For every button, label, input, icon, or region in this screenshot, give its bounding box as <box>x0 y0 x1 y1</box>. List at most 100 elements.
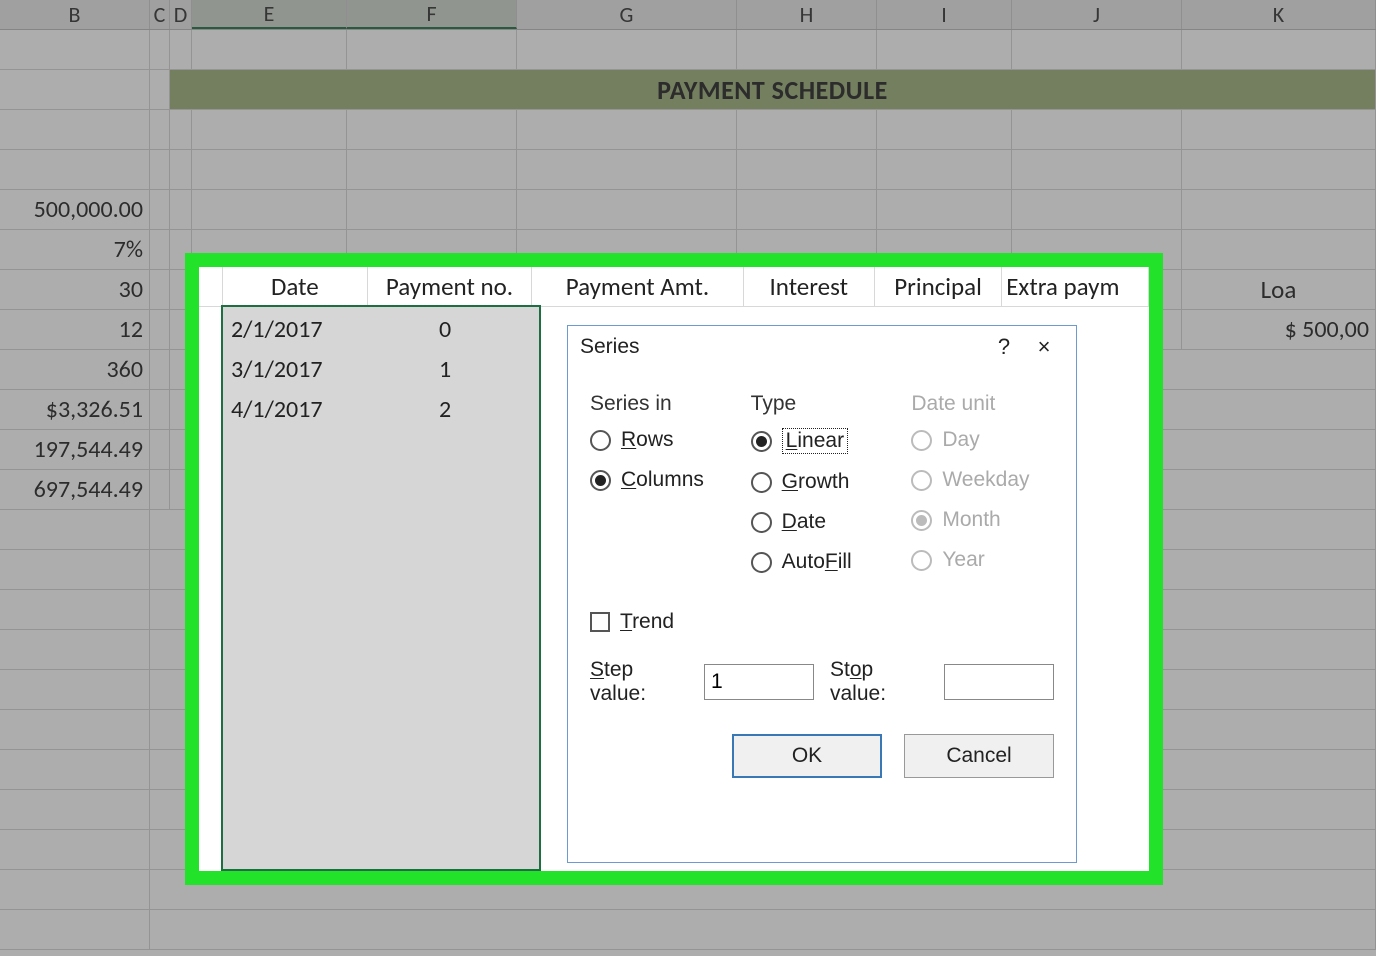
close-icon[interactable]: × <box>1024 327 1064 367</box>
radio-columns[interactable]: Columns <box>590 468 732 492</box>
cell[interactable] <box>170 150 192 190</box>
cell[interactable] <box>0 150 150 190</box>
cell[interactable] <box>0 590 150 630</box>
cell[interactable] <box>0 870 150 910</box>
cell-pno-1[interactable]: 1 <box>439 355 451 384</box>
cell[interactable] <box>150 910 1376 950</box>
radio-date[interactable]: Date <box>751 510 893 534</box>
radio-linear[interactable]: Linear <box>751 428 893 454</box>
cell[interactable] <box>170 30 192 70</box>
cell-b-val[interactable]: 360 <box>0 350 150 390</box>
col-header-K[interactable]: K <box>1182 0 1376 29</box>
cell[interactable] <box>877 110 1012 150</box>
cell-pno-2[interactable]: 2 <box>439 395 451 424</box>
cell[interactable] <box>517 110 737 150</box>
cell-pno-0[interactable]: 0 <box>439 315 451 344</box>
col-header-C[interactable]: C <box>150 0 170 29</box>
col-header-I[interactable]: I <box>877 0 1012 29</box>
cell[interactable] <box>150 430 170 470</box>
cell[interactable] <box>192 30 347 70</box>
radio-autofill[interactable]: AutoFill <box>751 550 893 574</box>
radio-rows[interactable]: Rows <box>590 428 732 452</box>
step-value-input[interactable] <box>704 664 814 700</box>
cell-b-val[interactable]: 697,544.49 <box>0 470 150 510</box>
cell[interactable] <box>877 150 1012 190</box>
cell[interactable] <box>150 150 170 190</box>
cell[interactable] <box>1182 110 1376 150</box>
cell-b-val[interactable]: $3,326.51 <box>0 390 150 430</box>
cell[interactable] <box>1012 190 1182 230</box>
radio-growth[interactable]: Growth <box>751 470 893 494</box>
cell[interactable] <box>192 110 347 150</box>
cell[interactable] <box>877 190 1012 230</box>
cell[interactable] <box>170 110 192 150</box>
hdr-principal[interactable]: Principal <box>875 267 1002 307</box>
col-header-F[interactable]: F <box>347 0 517 29</box>
col-header-H[interactable]: H <box>737 0 877 29</box>
ok-button[interactable]: OK <box>732 734 882 778</box>
cell[interactable] <box>347 30 517 70</box>
cell[interactable] <box>0 630 150 670</box>
cell[interactable] <box>737 110 877 150</box>
cell[interactable] <box>192 150 347 190</box>
cell[interactable] <box>0 910 150 950</box>
cell[interactable] <box>150 110 170 150</box>
cell[interactable] <box>1012 150 1182 190</box>
cell[interactable] <box>0 110 150 150</box>
cell[interactable] <box>0 710 150 750</box>
cell[interactable] <box>150 390 170 430</box>
cell[interactable] <box>737 190 877 230</box>
cell[interactable] <box>1012 30 1182 70</box>
cell[interactable] <box>517 150 737 190</box>
cell-loan-value[interactable]: $ 500,00 <box>1182 310 1376 350</box>
cell[interactable] <box>1182 190 1376 230</box>
cell[interactable] <box>0 550 150 590</box>
help-icon[interactable]: ? <box>984 327 1024 367</box>
cell[interactable] <box>150 190 170 230</box>
col-header-D[interactable]: D <box>170 0 192 29</box>
cell[interactable] <box>0 750 150 790</box>
cell[interactable] <box>0 30 150 70</box>
cell-date-0[interactable]: 2/1/2017 <box>231 315 323 344</box>
hdr-pamt[interactable]: Payment Amt. <box>532 267 743 307</box>
cell[interactable] <box>150 70 170 110</box>
cell[interactable] <box>1182 30 1376 70</box>
cell[interactable] <box>517 190 737 230</box>
cell[interactable] <box>199 267 223 307</box>
cell-b-val[interactable]: 30 <box>0 270 150 310</box>
cell-b-val[interactable]: 197,544.49 <box>0 430 150 470</box>
cell-b-val[interactable]: 12 <box>0 310 150 350</box>
cell[interactable] <box>0 790 150 830</box>
cancel-button[interactable]: Cancel <box>904 734 1054 778</box>
cell[interactable] <box>737 150 877 190</box>
cell[interactable] <box>0 70 150 110</box>
trend-checkbox[interactable]: Trend <box>568 602 1076 648</box>
col-header-J[interactable]: J <box>1012 0 1182 29</box>
hdr-date[interactable]: Date <box>223 267 368 307</box>
cell[interactable] <box>0 510 150 550</box>
cell[interactable] <box>0 670 150 710</box>
cell[interactable] <box>1182 230 1376 270</box>
cell-date-1[interactable]: 3/1/2017 <box>231 355 323 384</box>
cell[interactable] <box>0 830 150 870</box>
cell[interactable] <box>517 30 737 70</box>
cell[interactable] <box>150 470 170 510</box>
cell[interactable] <box>347 150 517 190</box>
hdr-pno[interactable]: Payment no. <box>368 267 532 307</box>
hdr-extra[interactable]: Extra paym <box>1002 267 1149 307</box>
cell[interactable] <box>877 30 1012 70</box>
cell-b-val[interactable]: 7% <box>0 230 150 270</box>
hdr-interest[interactable]: Interest <box>744 267 875 307</box>
cell[interactable] <box>1182 150 1376 190</box>
cell[interactable] <box>170 190 192 230</box>
cell[interactable] <box>150 270 170 310</box>
cell[interactable] <box>1012 110 1182 150</box>
cell[interactable] <box>150 30 170 70</box>
selection-area[interactable] <box>223 307 539 869</box>
cell-b-val[interactable]: 500,000.00 <box>0 190 150 230</box>
cell[interactable] <box>347 190 517 230</box>
hdr-loan[interactable]: Loa <box>1182 270 1376 310</box>
cell[interactable] <box>150 230 170 270</box>
col-header-G[interactable]: G <box>517 0 737 29</box>
cell[interactable] <box>150 310 170 350</box>
